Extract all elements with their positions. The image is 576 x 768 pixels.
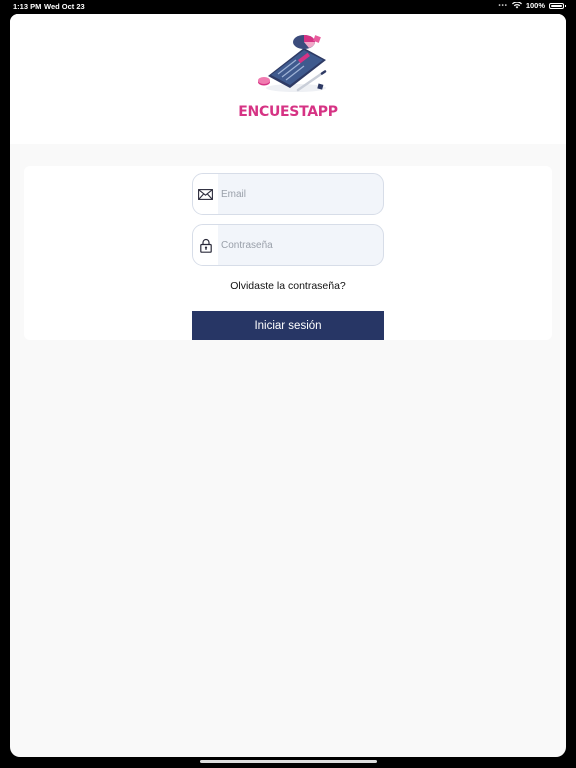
brand-name: ENCUESTAPP: [238, 104, 338, 120]
login-card: Olvidaste la contraseña? Iniciar sesión: [24, 166, 552, 340]
envelope-icon: [198, 188, 213, 200]
status-date: Wed Oct 23: [44, 2, 85, 11]
email-input[interactable]: [221, 174, 381, 214]
home-indicator[interactable]: [200, 760, 377, 763]
email-icon-box: [193, 174, 218, 214]
password-field[interactable]: [192, 224, 384, 266]
wifi-icon: [511, 2, 522, 9]
battery-icon: [549, 2, 566, 9]
app-screen: ENCUESTAPP Email Olvidaste la contraseña…: [10, 14, 566, 757]
status-time: 1:13 PM: [13, 2, 42, 11]
status-indicators: ••• 100%: [498, 1, 566, 10]
battery-percent: 100%: [525, 1, 545, 10]
login-button[interactable]: Iniciar sesión: [192, 311, 384, 340]
survey-phone-illustration-icon: [258, 35, 327, 92]
app-header: ENCUESTAPP: [10, 14, 566, 144]
password-input[interactable]: [221, 225, 381, 265]
status-bar: 1:13 PM Wed Oct 23 ••• 100%: [0, 0, 576, 12]
device-frame: 1:13 PM Wed Oct 23 ••• 100% ENCUESTAPP E…: [0, 0, 576, 768]
password-icon-box: [193, 225, 218, 265]
multitasking-dots-icon: •••: [498, 2, 508, 9]
email-field[interactable]: [192, 173, 384, 215]
forgot-password-link[interactable]: Olvidaste la contraseña?: [192, 280, 384, 292]
lock-icon: [199, 238, 212, 253]
